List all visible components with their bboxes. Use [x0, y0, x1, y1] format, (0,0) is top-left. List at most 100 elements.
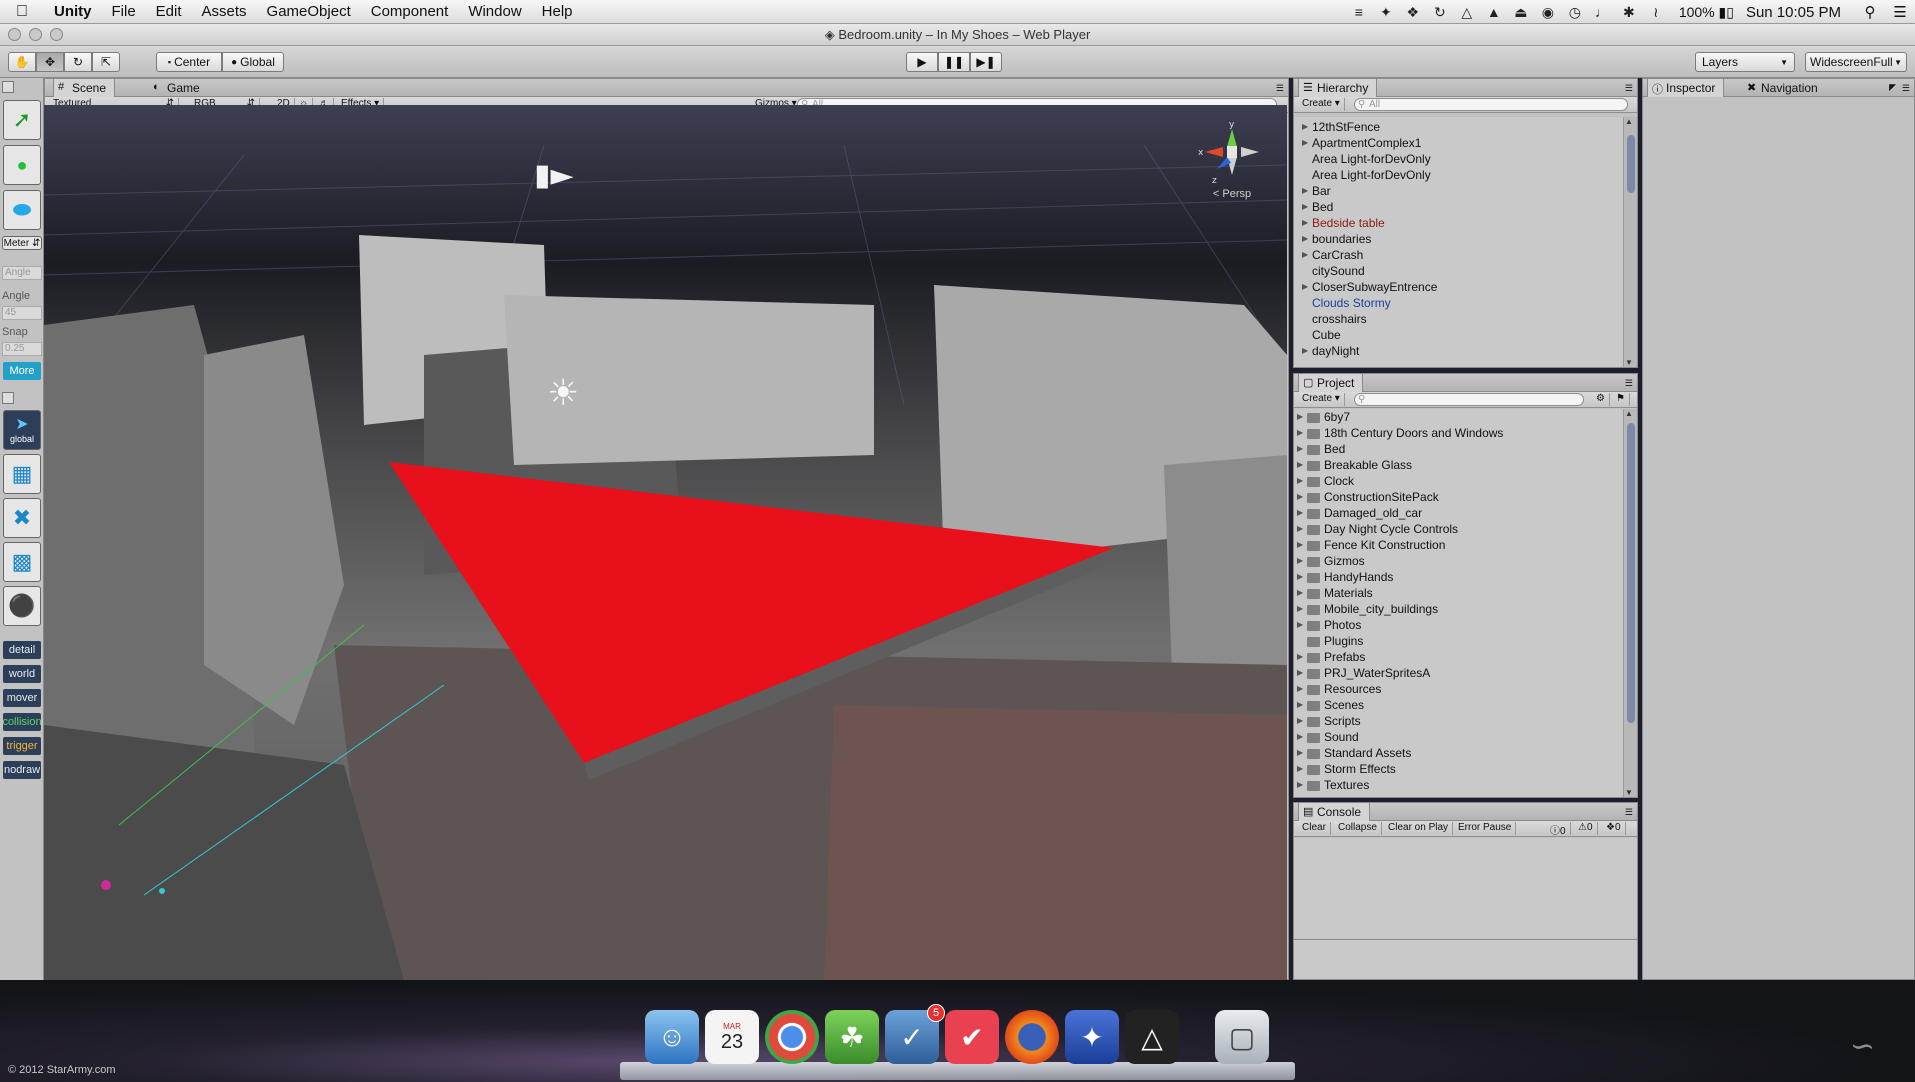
expand-arrow-icon[interactable]: ▶ — [1297, 409, 1303, 425]
more-button[interactable]: More — [3, 362, 41, 380]
console-collapse-button[interactable]: Collapse — [1334, 822, 1382, 835]
eye-view-tool-icon[interactable]: ⬬ — [3, 190, 41, 230]
magenta-marker[interactable] — [101, 880, 111, 890]
project-folder-item[interactable]: ▶ Fence Kit Construction — [1294, 537, 1623, 553]
project-folder-item[interactable]: ▶ Prefabs — [1294, 649, 1623, 665]
expand-arrow-icon[interactable]: ▶ — [1297, 777, 1303, 793]
expand-arrow-icon[interactable]: ▶ — [1302, 343, 1308, 359]
hierarchy-search-input[interactable]: ⚲ All — [1354, 98, 1628, 111]
expand-arrow-icon[interactable]: ▶ — [1302, 247, 1308, 263]
persp-label[interactable]: < Persp — [1197, 188, 1267, 200]
layout-dropdown[interactable]: WidescreenFull ▼ — [1805, 52, 1907, 72]
eject-icon[interactable]: ⏏ — [1512, 4, 1530, 21]
scroll-down-icon[interactable]: ▼ — [1625, 788, 1633, 797]
firefox-icon[interactable] — [1005, 1010, 1059, 1064]
hierarchy-scrollbar[interactable]: ▲ ▼ — [1623, 117, 1637, 367]
expand-arrow-icon[interactable]: ▶ — [1297, 729, 1303, 745]
project-folder-item[interactable]: Plugins — [1294, 633, 1623, 649]
project-folder-item[interactable]: ▶ Sound — [1294, 729, 1623, 745]
project-folder-item[interactable]: ▶ Resources — [1294, 681, 1623, 697]
project-folder-item[interactable]: ▶ Textures — [1294, 777, 1623, 793]
dropbox-icon[interactable]: ❖ — [1404, 4, 1422, 21]
time-machine-icon[interactable]: ◷ — [1566, 4, 1584, 21]
expand-arrow-icon[interactable]: ▶ — [1297, 537, 1303, 553]
menu-window[interactable]: Window — [458, 3, 531, 20]
project-scrollbar[interactable]: ▲ ▼ — [1623, 409, 1637, 797]
expand-arrow-icon[interactable]: ▶ — [1297, 601, 1303, 617]
omnifocus-icon[interactable]: ✓ 5 — [885, 1004, 945, 1064]
group-tool-icon[interactable]: ▩ — [3, 542, 41, 582]
clock[interactable]: Sun 10:05 PM — [1746, 4, 1841, 21]
project-folder-item[interactable]: ▶ Mobile_city_buildings — [1294, 601, 1623, 617]
project-folder-item[interactable]: ▶ Standard Assets — [1294, 745, 1623, 761]
tab-console[interactable]: ▤ Console — [1298, 803, 1371, 821]
project-folder-item[interactable]: ▶ Storm Effects — [1294, 761, 1623, 777]
drop-icon[interactable]: ▲ — [1485, 4, 1503, 20]
project-folder-item[interactable]: ▶ Bed — [1294, 441, 1623, 457]
eye-icon[interactable]: ◉ — [1539, 4, 1557, 21]
project-folder-item[interactable]: ▶ ConstructionSitePack — [1294, 489, 1623, 505]
flame-icon[interactable]: △ — [1458, 4, 1476, 21]
log-count-toggle[interactable]: ⓘ0 — [1546, 822, 1571, 837]
hierarchy-item[interactable]: Cube — [1294, 327, 1623, 343]
panel-menu-icon[interactable]: ☰ — [1276, 83, 1284, 94]
expand-arrow-icon[interactable]: ▶ — [1297, 505, 1303, 521]
hierarchy-item[interactable]: ▶ 12thStFence — [1294, 119, 1623, 135]
error-count-toggle[interactable]: ❖0 — [1602, 822, 1626, 835]
global-select-tool[interactable]: ➤ global — [3, 410, 41, 450]
tab-scene[interactable]: # Scene — [53, 79, 116, 97]
hierarchy-item[interactable]: ▶ boundaries — [1294, 231, 1623, 247]
hierarchy-item[interactable]: citySound — [1294, 263, 1623, 279]
tag-nodraw[interactable]: nodraw — [3, 761, 41, 779]
hierarchy-item[interactable]: ▶ CloserSubwayEntrence — [1294, 279, 1623, 295]
console-clear-on-play-button[interactable]: Clear on Play — [1384, 822, 1454, 835]
strip-collapse-icon[interactable] — [2, 392, 14, 404]
console-error-pause-button[interactable]: Error Pause — [1454, 822, 1517, 835]
project-folder-item[interactable]: ▶ Damaged_old_car — [1294, 505, 1623, 521]
menu-component[interactable]: Component — [361, 3, 459, 20]
expand-arrow-icon[interactable]: ▶ — [1297, 713, 1303, 729]
cyan-marker[interactable] — [159, 888, 165, 894]
angle-toggle[interactable]: Angle — [2, 266, 42, 280]
project-folder-item[interactable]: ▶ PRJ_WaterSpritesA — [1294, 665, 1623, 681]
panel-menu-icon[interactable]: ☰ — [1625, 807, 1633, 818]
expand-arrow-icon[interactable]: ▶ — [1297, 665, 1303, 681]
expand-arrow-icon[interactable]: ▶ — [1297, 681, 1303, 697]
hierarchy-item[interactable]: ▶ Bed — [1294, 199, 1623, 215]
volume-icon[interactable]: ♩ — [1593, 4, 1611, 20]
tag-detail[interactable]: detail — [3, 641, 41, 659]
step-button[interactable]: ▶❚ — [970, 52, 1002, 72]
hierarchy-item[interactable]: Area Light-forDevOnly — [1294, 151, 1623, 167]
play-button[interactable]: ▶ — [906, 52, 938, 72]
wifi-icon[interactable]: ≀ — [1647, 4, 1665, 21]
unit-dropdown[interactable]: Meter ⇵ — [2, 236, 42, 250]
scale-tool-icon[interactable]: ⇱ — [92, 52, 120, 72]
bluetooth-icon[interactable]: ✱ — [1620, 4, 1638, 21]
project-folder-item[interactable]: ▶ Day Night Cycle Controls — [1294, 521, 1623, 537]
tag-collision[interactable]: collision — [2, 713, 42, 731]
pivot-global-button[interactable]: ● Global — [222, 52, 284, 72]
point-tool-icon[interactable]: ● — [3, 145, 41, 185]
project-create-dropdown[interactable]: Create ▾ — [1298, 393, 1345, 406]
scene-viewport[interactable]: ▮► ☀ y x z < Persp — [44, 105, 1287, 980]
warning-count-toggle[interactable]: ⚠0 — [1574, 822, 1598, 835]
camera-gizmo-icon[interactable]: ▮► — [534, 158, 574, 193]
pause-button[interactable]: ❚❚ — [938, 52, 970, 72]
expand-arrow-icon[interactable]: ▶ — [1302, 215, 1308, 231]
project-folder-item[interactable]: ▶ HandyHands — [1294, 569, 1623, 585]
trash-icon[interactable]: ▢ — [1215, 1010, 1269, 1064]
expand-arrow-icon[interactable]: ▶ — [1297, 489, 1303, 505]
tab-project[interactable]: ▢ Project — [1298, 374, 1364, 392]
hierarchy-create-dropdown[interactable]: Create ▾ — [1298, 98, 1345, 111]
finder-icon[interactable]: ☺ — [645, 1010, 699, 1064]
angle-input[interactable]: 45 — [2, 306, 42, 320]
expand-arrow-icon[interactable]: ▶ — [1297, 745, 1303, 761]
light-bulb-tool-icon[interactable]: ⚫ — [3, 586, 41, 626]
rotate-tool-icon[interactable]: ↻ — [64, 52, 92, 72]
expand-arrow-icon[interactable]: ▶ — [1297, 585, 1303, 601]
tag-world[interactable]: world — [3, 665, 41, 683]
scroll-thumb[interactable] — [1627, 135, 1635, 193]
tab-game[interactable]: ◐ Game — [149, 79, 208, 97]
pocket-icon[interactable]: ✔ — [945, 1010, 999, 1064]
expand-arrow-icon[interactable]: ▶ — [1297, 457, 1303, 473]
